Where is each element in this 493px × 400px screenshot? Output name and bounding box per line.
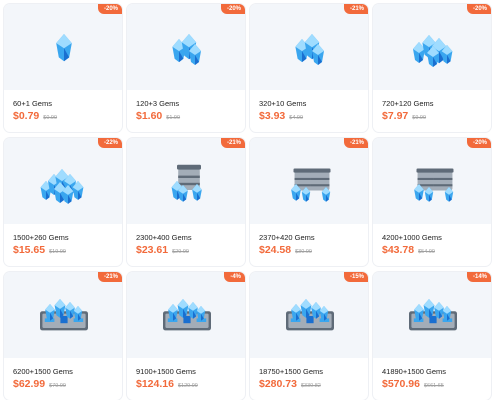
product-card[interactable]: -21% 320+10 Gems $3.93 $4.99 xyxy=(250,4,368,132)
original-price: $9.99 xyxy=(412,115,427,121)
discount-badge: -20% xyxy=(220,4,245,14)
product-card[interactable]: -21% 6200+1500 Gems $62.99 $79.99 xyxy=(4,272,122,400)
discount-badge: -20% xyxy=(97,4,122,14)
price-line: $3.93 $4.99 xyxy=(259,110,303,122)
sale-price: $0.79 xyxy=(13,110,40,122)
price-line: $62.99 $79.99 xyxy=(13,378,66,390)
original-price: $330.82 xyxy=(300,383,321,389)
gem-chest-icon xyxy=(250,272,368,358)
price-line: $280.73 $330.82 xyxy=(259,378,321,390)
product-name: 120+3 Gems xyxy=(136,99,180,108)
discount-badge: -21% xyxy=(220,138,245,148)
product-card[interactable]: -15% 18750+1500 Gems $280.73 $330.82 xyxy=(250,272,368,400)
product-card[interactable]: -20% 60+1 Gems $0.79 $0.99 xyxy=(4,4,122,132)
product-image xyxy=(250,272,368,358)
product-card[interactable]: -4% 9100+1500 Gems $124.16 $129.99 xyxy=(127,272,245,400)
product-image xyxy=(250,138,368,224)
discount-badge: -20% xyxy=(466,4,491,14)
gem-pile-icon xyxy=(373,4,491,90)
price-line: $15.65 $19.99 xyxy=(13,244,66,256)
product-card[interactable]: -22% 1500+260 Gems $15.65 $19.99 xyxy=(4,138,122,266)
gem-chest-icon xyxy=(373,272,491,358)
original-price: $1.99 xyxy=(166,115,181,121)
product-name: 4200+1000 Gems xyxy=(382,233,442,242)
price-line: $124.16 $129.99 xyxy=(136,378,198,390)
product-image xyxy=(373,138,491,224)
price-line: $0.79 $0.99 xyxy=(13,110,57,122)
sale-price: $280.73 xyxy=(259,378,297,390)
product-name: 2300+400 Gems xyxy=(136,233,192,242)
discount-badge: -20% xyxy=(466,138,491,148)
discount-badge: -4% xyxy=(224,272,245,282)
product-name: 60+1 Gems xyxy=(13,99,52,108)
product-name: 41890+1500 Gems xyxy=(382,367,447,376)
product-card[interactable]: -20% 720+120 Gems $7.97 $9.99 xyxy=(373,4,491,132)
discount-badge: -22% xyxy=(97,138,122,148)
sale-price: $3.93 xyxy=(259,110,286,122)
original-price: $129.99 xyxy=(177,383,198,389)
sale-price: $15.65 xyxy=(13,244,46,256)
product-card[interactable]: -21% 2370+420 Gems $24.58 $30.99 xyxy=(250,138,368,266)
product-name: 18750+1500 Gems xyxy=(259,367,324,376)
sale-price: $43.78 xyxy=(382,244,415,256)
product-image xyxy=(250,4,368,90)
product-name: 1500+260 Gems xyxy=(13,233,69,242)
sale-price: $24.58 xyxy=(259,244,292,256)
sale-price: $124.16 xyxy=(136,378,174,390)
price-line: $43.78 $54.99 xyxy=(382,244,435,256)
original-price: $4.99 xyxy=(289,115,304,121)
product-name: 9100+1500 Gems xyxy=(136,367,196,376)
product-card[interactable]: -20% 4200+1000 Gems $43.78 $54.99 xyxy=(373,138,491,266)
gem-cluster-icon xyxy=(250,4,368,90)
sale-price: $1.60 xyxy=(136,110,163,122)
product-image xyxy=(127,138,245,224)
product-image xyxy=(4,272,122,358)
price-line: $7.97 $9.99 xyxy=(382,110,426,122)
sale-price: $7.97 xyxy=(382,110,409,122)
product-image xyxy=(373,272,491,358)
single-gem-icon xyxy=(4,4,122,90)
original-price: $19.99 xyxy=(49,249,66,255)
discount-badge: -21% xyxy=(343,4,368,14)
gem-cluster-icon xyxy=(127,4,245,90)
original-price: $54.99 xyxy=(418,249,435,255)
price-line: $23.61 $29.99 xyxy=(136,244,189,256)
product-image xyxy=(127,4,245,90)
product-image xyxy=(127,272,245,358)
price-line: $24.58 $30.99 xyxy=(259,244,312,256)
sale-price: $62.99 xyxy=(13,378,46,390)
product-name: 720+120 Gems xyxy=(382,99,434,108)
product-name: 6200+1500 Gems xyxy=(13,367,73,376)
discount-badge: -21% xyxy=(343,138,368,148)
gem-buckets-icon xyxy=(250,138,368,224)
sale-price: $570.96 xyxy=(382,378,420,390)
original-price: $0.99 xyxy=(43,115,58,121)
product-name: 2370+420 Gems xyxy=(259,233,315,242)
product-card[interactable]: -21% 2300+400 Gems $23.61 $29.99 xyxy=(127,138,245,266)
product-image xyxy=(4,4,122,90)
product-card[interactable]: -14% 41890+1500 Gems $570.96 $661.65 xyxy=(373,272,491,400)
original-price: $661.65 xyxy=(423,383,444,389)
gem-buckets-icon xyxy=(373,138,491,224)
sale-price: $23.61 xyxy=(136,244,169,256)
product-image xyxy=(373,4,491,90)
gem-chest-icon xyxy=(4,272,122,358)
product-card[interactable]: -20% 120+3 Gems $1.60 $1.99 xyxy=(127,4,245,132)
original-price: $79.99 xyxy=(49,383,66,389)
discount-badge: -21% xyxy=(97,272,122,282)
discount-badge: -15% xyxy=(343,272,368,282)
product-image xyxy=(4,138,122,224)
original-price: $30.99 xyxy=(295,249,312,255)
discount-badge: -14% xyxy=(466,272,491,282)
product-name: 320+10 Gems xyxy=(259,99,307,108)
original-price: $29.99 xyxy=(172,249,189,255)
price-line: $1.60 $1.99 xyxy=(136,110,180,122)
gem-chest-icon xyxy=(127,272,245,358)
gem-heap-icon xyxy=(4,138,122,224)
gem-store-grid: -20% 60+1 Gems $0.79 $0.99 -20% 120+3 Ge… xyxy=(0,0,493,400)
gem-bucket-icon xyxy=(127,138,245,224)
price-line: $570.96 $661.65 xyxy=(382,378,444,390)
